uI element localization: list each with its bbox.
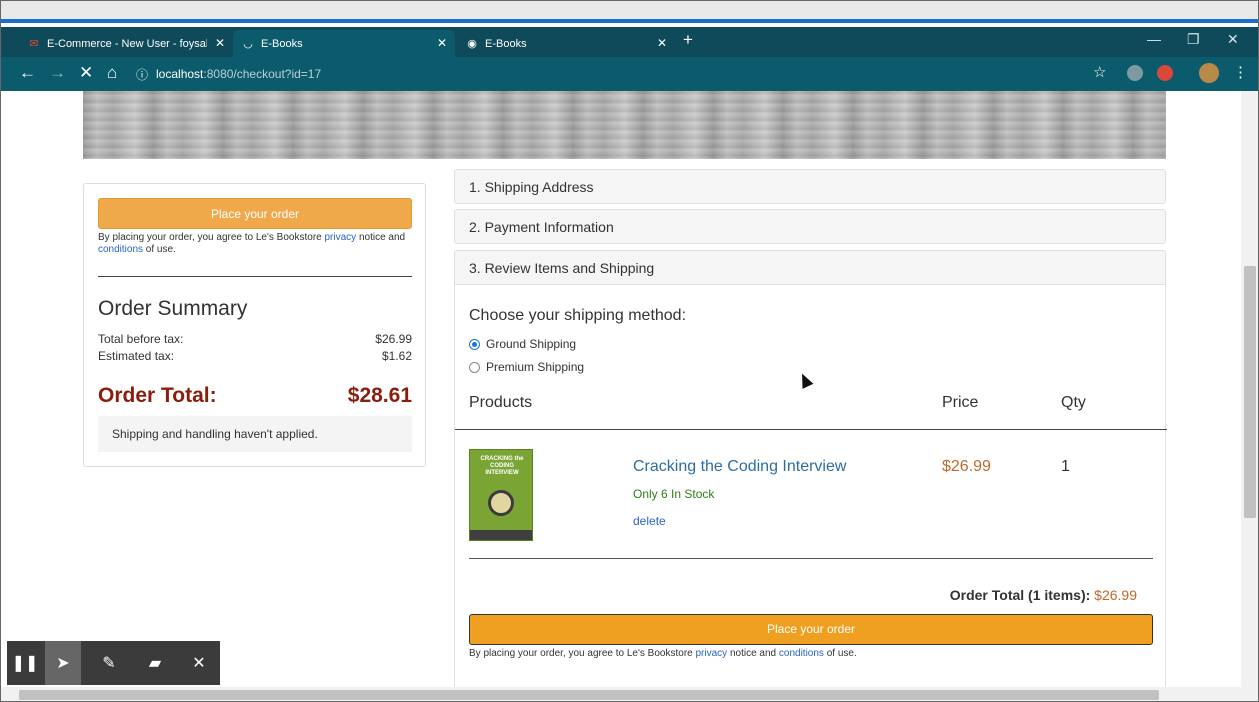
tab-bar: ✉ E-Commerce - New User - foysal ✕ ◡ E-B…: [1, 27, 1258, 57]
home-button[interactable]: ⌂: [107, 63, 117, 83]
browser-window: ✉ E-Commerce - New User - foysal ✕ ◡ E-B…: [0, 0, 1259, 702]
stop-button[interactable]: ✕: [79, 63, 93, 83]
ground-shipping-option[interactable]: Ground Shipping: [469, 337, 576, 351]
window-top-strip: [1, 1, 1258, 23]
gmail-icon: ✉: [29, 38, 39, 50]
products-header: Products: [469, 394, 533, 411]
back-button[interactable]: ←: [19, 63, 36, 83]
step-payment-information[interactable]: 2. Payment Information: [454, 209, 1166, 244]
close-icon[interactable]: ✕: [215, 36, 225, 50]
new-tab-button[interactable]: +: [683, 30, 693, 50]
total-before-tax-label: Total before tax:: [98, 332, 184, 346]
total-before-tax-value: $26.99: [375, 332, 412, 346]
legal-text: of use.: [143, 244, 176, 255]
shipping-note: Shipping and handling haven't applied.: [98, 416, 412, 452]
item-title-link[interactable]: Cracking the Coding Interview: [633, 458, 846, 476]
url-host: localhost: [156, 67, 204, 81]
radio-icon[interactable]: [469, 338, 480, 350]
order-summary-card: Place your order By placing your order, …: [83, 183, 426, 467]
close-icon[interactable]: ✕: [657, 36, 667, 50]
vertical-scroll-thumb[interactable]: [1244, 266, 1256, 518]
item-price: $26.99: [942, 458, 991, 475]
legal-text: notice and: [356, 232, 406, 243]
review-panel: 3. Review Items and Shipping Choose your…: [454, 250, 1167, 687]
tab-ebooks[interactable]: ◉ E-Books ✕: [457, 30, 675, 57]
book-cover-image[interactable]: CRACKING the CODING INTERVIEW: [469, 449, 533, 541]
minimize-button[interactable]: —: [1147, 31, 1161, 47]
legal-notice-bottom: By placing your order, you agree to Le's…: [469, 648, 1159, 659]
pen-icon[interactable]: ✎: [91, 641, 127, 685]
conditions-link[interactable]: conditions: [98, 244, 143, 255]
checkout-steps: 1. Shipping Address 2. Payment Informati…: [454, 169, 1167, 687]
order-summary-title: Order Summary: [98, 297, 248, 320]
tab-ecommerce[interactable]: ✉ E-Commerce - New User - foysal ✕: [19, 30, 233, 57]
menu-icon[interactable]: ⋮: [1233, 63, 1248, 81]
premium-shipping-label: Premium Shipping: [486, 360, 585, 374]
tab-title: E-Commerce - New User - foysal: [47, 37, 207, 50]
ground-shipping-label: Ground Shipping: [486, 337, 577, 351]
url-path: :8080/checkout?id=17: [203, 67, 322, 81]
cover-title: CRACKING the CODING INTERVIEW: [480, 456, 524, 476]
order-total-items-label: Order Total (1 items):: [949, 587, 1091, 603]
window-close-button[interactable]: ✕: [1227, 31, 1239, 48]
divider: [98, 276, 412, 277]
order-total-row: Order Total: $28.61: [98, 384, 412, 408]
tab-title: E-Books: [261, 37, 303, 50]
horizontal-scroll-thumb[interactable]: [19, 690, 1159, 700]
premium-shipping-option[interactable]: Premium Shipping: [469, 360, 584, 374]
url-field[interactable]: ⓘ localhost :8080/checkout?id=17: [136, 63, 1066, 85]
step-review-items[interactable]: 3. Review Items and Shipping: [454, 250, 1166, 285]
order-total-label: Order Total:: [98, 384, 217, 407]
order-total-value: $28.61: [347, 384, 412, 407]
order-total-items: Order Total (1 items): $26.99: [950, 587, 1137, 603]
divider: [469, 558, 1153, 559]
pointer-icon[interactable]: ➤: [45, 641, 81, 685]
legal-text: By placing your order, you agree to Le's…: [98, 232, 325, 243]
total-before-tax-row: Total before tax: $26.99: [98, 332, 412, 346]
legal-notice: By placing your order, you agree to Le's…: [98, 232, 416, 256]
step-shipping-address[interactable]: 1. Shipping Address: [454, 169, 1166, 204]
delete-link[interactable]: delete: [633, 514, 666, 528]
legal-text: By placing your order, you agree to Le's…: [469, 648, 696, 659]
clock-icon: [488, 490, 514, 516]
star-icon[interactable]: ☆: [1093, 63, 1106, 81]
annotation-toolbar: ❚❚ ➤ ✎ ▰ ✕: [7, 641, 220, 685]
shipping-method-title: Choose your shipping method:: [469, 307, 687, 324]
divider: [455, 429, 1167, 430]
highlighter-icon[interactable]: ▰: [137, 641, 173, 685]
extension-icon-2[interactable]: [1157, 65, 1173, 81]
loading-icon: ◡: [243, 38, 253, 50]
estimated-tax-row: Estimated tax: $1.62: [98, 349, 412, 363]
globe-icon: ◉: [467, 38, 477, 50]
order-total-items-value: $26.99: [1094, 587, 1137, 603]
wood-banner: [83, 91, 1166, 159]
legal-text: of use.: [823, 648, 857, 659]
legal-text: notice and: [727, 648, 779, 659]
tab-title: E-Books: [485, 37, 527, 50]
forward-button[interactable]: →: [49, 63, 66, 83]
conditions-link[interactable]: conditions: [779, 648, 824, 659]
close-icon[interactable]: ✕: [181, 641, 217, 685]
cover-bar: [470, 530, 532, 540]
qty-header: Qty: [1061, 394, 1086, 411]
privacy-link[interactable]: privacy: [695, 648, 727, 659]
estimated-tax-label: Estimated tax:: [98, 349, 175, 363]
info-icon: ⓘ: [136, 67, 149, 82]
radio-icon[interactable]: [469, 361, 480, 373]
place-order-button-bottom[interactable]: Place your order: [469, 614, 1153, 645]
avatar[interactable]: [1199, 63, 1219, 83]
extension-icon[interactable]: [1127, 65, 1143, 81]
tab-ebooks-active[interactable]: ◡ E-Books ✕: [233, 30, 455, 57]
estimated-tax-value: $1.62: [381, 349, 412, 363]
price-header: Price: [942, 394, 979, 411]
stock-status: Only 6 In Stock: [633, 487, 715, 501]
pause-icon[interactable]: ❚❚: [7, 641, 43, 685]
restore-button[interactable]: ❐: [1187, 31, 1200, 48]
close-icon[interactable]: ✕: [437, 36, 447, 50]
place-order-button[interactable]: Place your order: [98, 198, 412, 229]
item-qty: 1: [1061, 458, 1070, 475]
privacy-link[interactable]: privacy: [324, 232, 356, 243]
page-content: Place your order By placing your order, …: [1, 91, 1241, 687]
